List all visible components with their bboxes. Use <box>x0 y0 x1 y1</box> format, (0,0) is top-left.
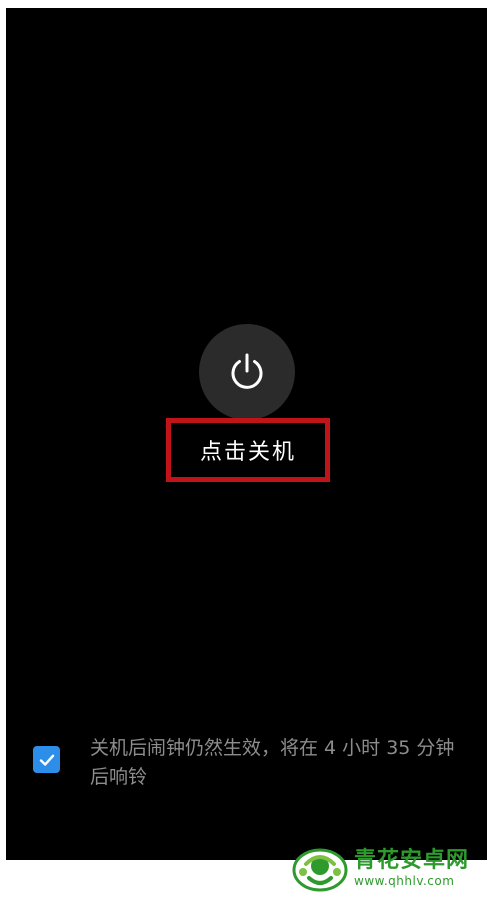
checkmark-icon <box>39 754 54 766</box>
alarm-notice: 关机后闹钟仍然生效，将在 4 小时 35 分钟后响铃 <box>30 734 470 794</box>
power-off-label-highlight[interactable]: 点击关机 <box>166 418 330 482</box>
power-off-button[interactable] <box>199 324 295 420</box>
watermark-title: 青花安卓网 <box>354 848 470 873</box>
watermark-logo-icon <box>290 844 350 892</box>
site-watermark: 青花安卓网 www.qhhlv.com <box>290 842 490 894</box>
power-off-label: 点击关机 <box>199 440 296 465</box>
alarm-notice-text: 关机后闹钟仍然生效，将在 4 小时 35 分钟后响铃 <box>90 737 455 788</box>
screenshot-frame: 点击关机 关机后闹钟仍然生效，将在 4 小时 35 分钟后响铃 青花安卓网 ww… <box>0 0 493 897</box>
watermark-url: www.qhhlv.com <box>354 874 455 888</box>
power-off-screen: 点击关机 关机后闹钟仍然生效，将在 4 小时 35 分钟后响铃 <box>6 8 487 860</box>
power-icon <box>231 353 263 389</box>
alarm-checkbox[interactable] <box>33 746 60 773</box>
